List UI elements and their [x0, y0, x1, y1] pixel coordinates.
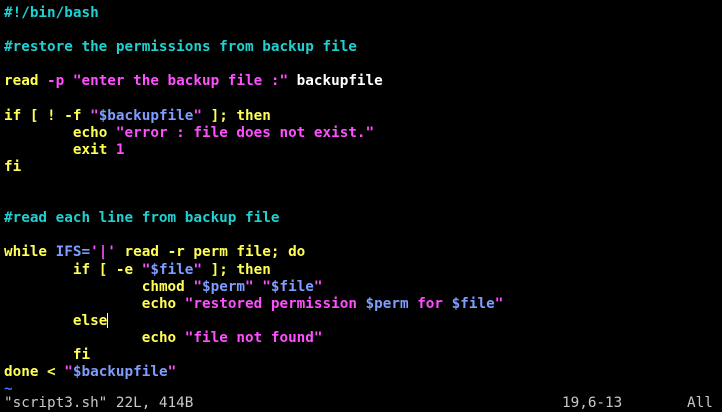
code-token-keyword: ]; then — [210, 107, 271, 124]
code-line[interactable]: if [ ! -f "$backupfile" ]; then — [4, 108, 271, 125]
code-line[interactable]: #read each line from backup file — [4, 210, 279, 227]
code-token-variable: $backupfile — [98, 107, 194, 124]
code-token-string: " — [193, 278, 202, 295]
code-token-variable: $file — [270, 278, 314, 295]
code-token-variable: $file — [451, 295, 495, 312]
code-token-string: " — [64, 364, 73, 381]
code-token-string: 1 — [115, 141, 125, 158]
code-token-variable: $perm — [202, 278, 246, 295]
code-token-keyword: < — [47, 364, 56, 381]
code-token-keyword: [ ! -f — [29, 107, 82, 124]
code-token-keyword: if — [72, 261, 91, 278]
code-token-keyword: while — [4, 244, 48, 261]
code-token-keyword: echo — [141, 329, 177, 346]
code-token-string: for — [408, 295, 452, 312]
code-line[interactable]: echo "restored permission $perm for $fil… — [4, 295, 504, 313]
code-token-keyword: ]; then — [210, 261, 271, 278]
code-token-variable: IFS= — [55, 244, 91, 261]
code-token-keyword: fi — [72, 347, 91, 363]
code-line[interactable]: fi — [4, 347, 90, 364]
code-token-plain: backupfile — [288, 73, 383, 90]
code-line[interactable]: exit 1 — [4, 142, 125, 159]
code-token-variable: $file — [150, 261, 194, 278]
code-token-variable: $backupfile — [72, 364, 168, 381]
code-line[interactable]: while IFS='|' read -r perm file; do — [4, 244, 305, 261]
code-token-keyword: echo — [72, 124, 108, 141]
code-token-keyword: fi — [4, 158, 22, 175]
code-token-string: " — [193, 107, 202, 124]
vim-editor[interactable]: #!/bin/bash #restore the permissions from… — [0, 0, 722, 412]
code-token-string: '|' — [90, 244, 116, 261]
code-token-keyword: chmod — [141, 278, 185, 295]
code-line[interactable]: else — [4, 312, 109, 330]
code-token-string: " — [90, 107, 99, 124]
code-token-keyword: else — [72, 312, 108, 329]
text-cursor — [107, 312, 109, 328]
code-token-string: " — [494, 295, 504, 312]
code-token-comment: #restore the permissions from backup fil… — [4, 39, 357, 56]
code-line[interactable]: done < "$backupfile" — [4, 364, 176, 381]
code-token-keyword: echo — [141, 295, 177, 312]
code-line[interactable]: read -p "enter the backup file :" backup… — [4, 73, 383, 90]
code-token-string: "error : file does not exist." — [115, 124, 375, 141]
code-token-comment: #read each line from backup file — [4, 210, 280, 227]
code-token-string: "enter the backup file :" — [72, 73, 289, 90]
code-token-string: " — [262, 278, 271, 295]
cursor-position: 19,6-13 — [562, 395, 623, 411]
code-token-string: "file not found" — [184, 329, 323, 346]
code-token-string: " — [193, 261, 203, 278]
scroll-indicator: All — [687, 395, 713, 411]
code-line[interactable]: if [ -e "$file" ]; then — [4, 262, 271, 279]
file-info: "script3.sh" 22L, 414B — [4, 395, 194, 411]
code-token-keyword: [ -e — [98, 261, 134, 278]
code-token-string: " — [167, 364, 177, 381]
code-token-string: " — [313, 278, 323, 295]
code-token-variable: $perm — [365, 295, 409, 312]
code-token-keyword: read — [4, 73, 39, 90]
code-token-keyword: done — [4, 364, 39, 381]
code-token-keyword: read -r perm file; do — [124, 244, 306, 261]
code-token-string: "restored permission — [184, 295, 366, 312]
code-line[interactable]: echo "file not found" — [4, 330, 323, 347]
code-token-keyword: exit — [72, 141, 108, 158]
code-token-string: " — [245, 278, 254, 295]
code-token-keyword: if — [4, 107, 22, 124]
code-line[interactable]: #!/bin/bash — [4, 5, 99, 22]
code-line[interactable]: fi — [4, 159, 21, 176]
code-line[interactable]: chmod "$perm" "$file" — [4, 279, 323, 296]
code-token-string: -p — [47, 73, 65, 90]
code-token-comment: #!/bin/bash — [4, 5, 99, 21]
code-line[interactable]: #restore the permissions from backup fil… — [4, 39, 357, 56]
status-line: "script3.sh" 22L, 414B 19,6-13 All — [0, 395, 722, 412]
code-line[interactable]: echo "error : file does not exist." — [4, 125, 374, 142]
